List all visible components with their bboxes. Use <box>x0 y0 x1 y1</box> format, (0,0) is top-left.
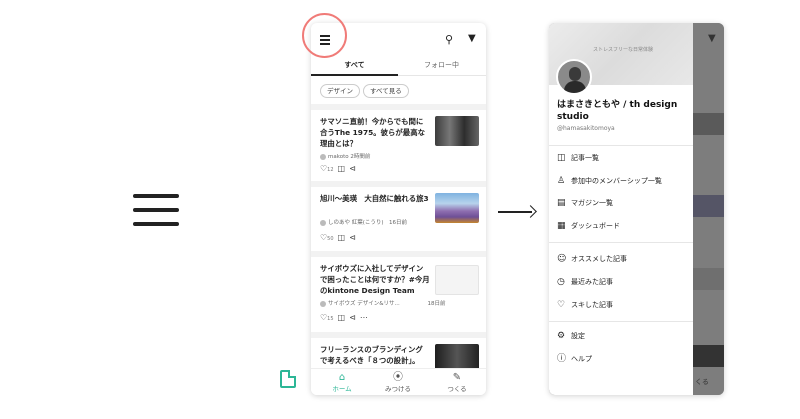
highlight-circle <box>302 13 347 58</box>
nav-discover[interactable]: ⦿ みつける <box>373 372 423 393</box>
author-avatar <box>320 219 326 226</box>
large-hamburger-icon <box>133 194 179 226</box>
people-icon: ♙ <box>557 176 566 186</box>
article-actions: ♡15 ◫ ⊲ ⋯ <box>320 313 372 322</box>
nav-create[interactable]: ✎ つくる <box>432 372 482 393</box>
share-icon[interactable]: ⊲ <box>349 233 356 242</box>
share-icon[interactable]: ⊲ <box>349 313 356 322</box>
phone-drawer-screen: ▼ くる ストレスフリーな日常体験 はまさきともや / th design st… <box>549 23 724 395</box>
author-avatar <box>320 153 326 160</box>
bottom-navigation: ⌂ ホーム ⦿ みつける ✎ つくる <box>311 368 486 395</box>
help-icon: ⓘ <box>557 354 567 364</box>
article-title: フリーランスのブランディングで考えるべき「８つの設計」。 <box>320 345 423 365</box>
article-meta: サイボウズ デザイン&リサ... 18日前 <box>320 299 446 307</box>
profile-handle: @hamasakitomoya <box>557 125 615 132</box>
arrow-icon <box>498 205 537 219</box>
menu-item-liked[interactable]: ♡ スキした記事 <box>557 298 689 312</box>
article-thumbnail <box>435 193 479 223</box>
menu-item-recommended[interactable]: ☺ オススメした記事 <box>557 252 689 266</box>
like-icon[interactable]: ♡12 <box>320 164 334 173</box>
menu-item-articles[interactable]: ◫ 記事一覧 <box>557 151 689 165</box>
tab-active-indicator <box>311 74 398 76</box>
like-icon[interactable]: ♡50 <box>320 233 334 242</box>
article-title: サイボウズに入社してデザインで困ったことは何ですか？#今月のkintone De… <box>320 264 430 295</box>
dashboard-icon: ▦ <box>557 221 566 231</box>
divider <box>549 145 693 146</box>
menu-item-magazines[interactable]: ▤ マガジン一覧 <box>557 196 689 210</box>
search-icon[interactable]: ⚲ <box>445 34 453 45</box>
dimmed-thumbnail <box>693 195 724 217</box>
menu-item-recent[interactable]: ◷ 最近みた記事 <box>557 275 689 289</box>
article-author: サイボウズ デザイン&リサ... <box>328 301 400 307</box>
share-icon[interactable]: ⊲ <box>349 164 356 173</box>
magazine-add-icon[interactable]: ◫ <box>338 313 346 322</box>
magazine-add-icon[interactable]: ◫ <box>338 233 346 242</box>
dimmed-thumbnail <box>693 113 724 135</box>
article-card[interactable]: サイボウズに入社してデザインで困ったことは何ですか？#今月のkintone De… <box>311 257 486 322</box>
menu-item-memberships[interactable]: ♙ 参加中のメンバーシップ一覧 <box>557 174 689 188</box>
gear-icon: ⚙ <box>557 331 566 341</box>
chip-design[interactable]: デザイン <box>320 84 360 98</box>
article-time: 18日前 <box>427 301 446 307</box>
article-card[interactable]: 旭川〜美瑛 大自然に触れる旅3 しのあや 紅葉(こうり) 16日前 ♡50 ◫ ⊲ <box>311 187 486 251</box>
bell-icon[interactable]: ▼ <box>468 34 476 44</box>
pencil-icon: ✎ <box>452 372 462 383</box>
like-icon[interactable]: ♡15 <box>320 313 334 322</box>
article-author: makoto <box>328 154 349 160</box>
note-icon <box>280 370 296 388</box>
clock-icon: ◷ <box>557 277 565 287</box>
nav-home[interactable]: ⌂ ホーム <box>317 372 367 393</box>
menu-item-help[interactable]: ⓘ ヘルプ <box>557 352 689 366</box>
article-time: 2時間前 <box>350 154 371 160</box>
article-thumbnail <box>435 116 479 146</box>
divider <box>549 242 693 243</box>
magazine-add-icon[interactable]: ◫ <box>338 164 346 173</box>
article-actions: ♡12 ◫ ⊲ <box>320 164 360 173</box>
dimmed-thumbnail <box>693 268 724 290</box>
bell-icon: ▼ <box>708 33 716 44</box>
article-title: サマソニ直前！今からでも間に合うThe 1975。彼らが最高な理由とは？ <box>320 117 425 148</box>
article-thumbnail <box>435 265 479 295</box>
dimmed-thumbnail <box>693 345 724 367</box>
tab-following[interactable]: フォロー中 <box>398 60 485 70</box>
chip-see-all[interactable]: すべて見る <box>363 84 409 98</box>
article-meta: makoto 2時間前 <box>320 152 370 160</box>
compass-icon: ⦿ <box>393 372 403 383</box>
more-icon[interactable]: ⋯ <box>360 313 368 322</box>
menu-item-settings[interactable]: ⚙ 設定 <box>557 329 689 343</box>
smile-icon: ☺ <box>557 254 567 264</box>
article-card[interactable]: サマソニ直前！今からでも間に合うThe 1975。彼らが最高な理由とは？ mak… <box>311 110 486 174</box>
menu-item-dashboard[interactable]: ▦ ダッシュボード <box>557 219 689 233</box>
author-avatar <box>320 300 326 307</box>
article-actions: ♡50 ◫ ⊲ <box>320 233 360 242</box>
magazine-icon: ▤ <box>557 198 566 208</box>
book-icon: ◫ <box>557 153 566 163</box>
dimmed-nav-label: くる <box>695 378 709 386</box>
cover-text: ストレスフリーな日常体験 <box>593 47 654 53</box>
avatar[interactable] <box>556 59 592 95</box>
tab-bar: すべて フォロー中 <box>311 57 486 76</box>
article-meta: しのあや 紅葉(こうり) 16日前 <box>320 218 407 226</box>
divider <box>549 321 693 322</box>
profile-name: はまさきともや / th design studio <box>557 100 678 122</box>
home-icon: ⌂ <box>338 372 346 383</box>
tab-all[interactable]: すべて <box>311 60 398 70</box>
heart-icon: ♡ <box>557 300 566 310</box>
navigation-drawer: ストレスフリーな日常体験 はまさきともや / th design studio … <box>549 23 693 395</box>
phone-home-screen: ⚲ ▼ すべて フォロー中 デザイン すべて見る サマソニ直前！今からでも間に合… <box>311 23 486 395</box>
article-title: 旭川〜美瑛 大自然に触れる旅3 <box>320 194 429 203</box>
article-time: 紅葉(こうり) 16日前 <box>351 220 408 226</box>
article-author: しのあや <box>328 220 351 226</box>
